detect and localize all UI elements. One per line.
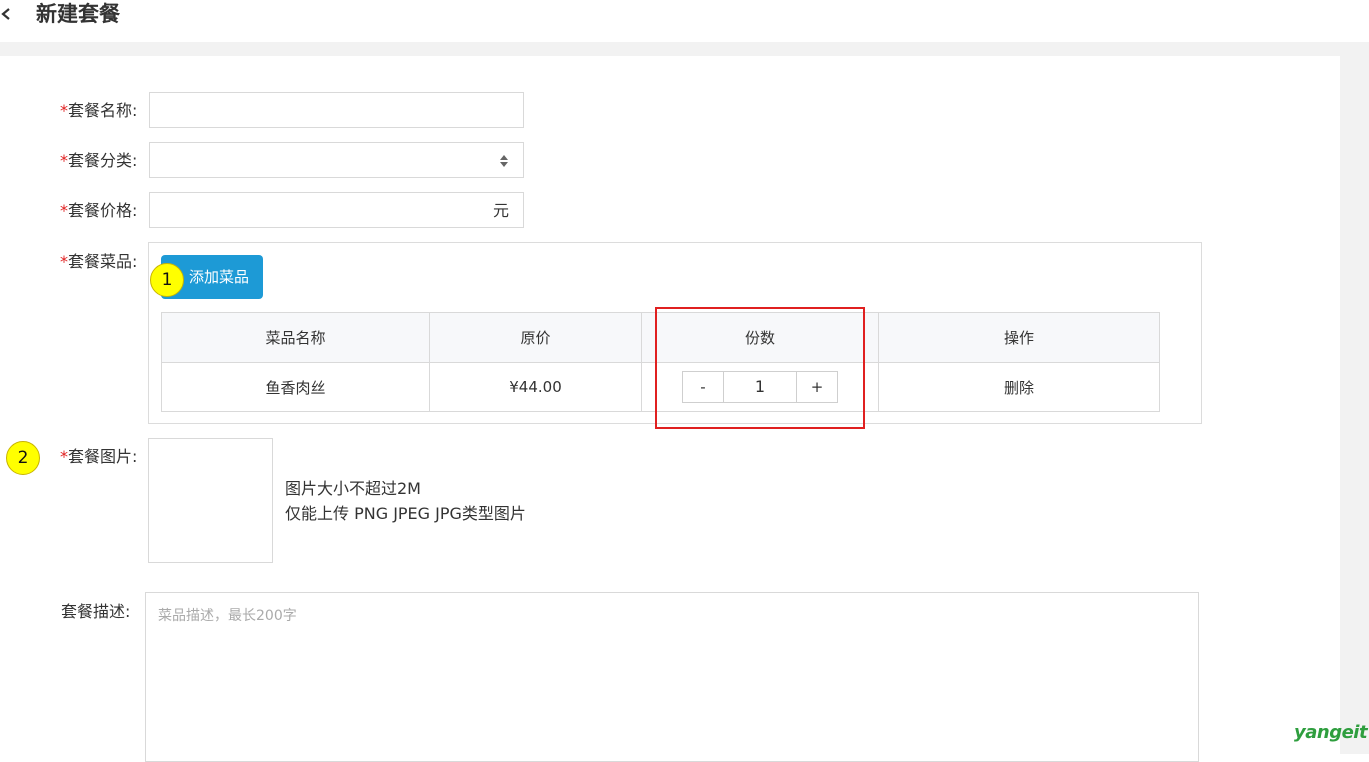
category-label: *套餐分类: <box>60 151 138 170</box>
description-textarea[interactable] <box>145 592 1199 762</box>
delete-dish-link[interactable]: 删除 <box>1004 379 1034 397</box>
select-arrows-icon <box>500 155 508 167</box>
image-size-hint: 图片大小不超过2M <box>285 479 421 498</box>
price-label: *套餐价格: <box>60 201 138 220</box>
scrollbar-track[interactable] <box>1340 56 1369 754</box>
price-field[interactable]: 元 <box>149 192 524 228</box>
column-header-price: 原价 <box>429 312 642 363</box>
image-upload-box[interactable] <box>148 438 273 563</box>
dishes-label: *套餐菜品: <box>60 252 138 271</box>
image-upload-hint: 图片大小不超过2M 仅能上传 PNG JPEG JPG类型图片 <box>285 476 526 526</box>
name-label: *套餐名称: <box>60 101 138 120</box>
column-header-action: 操作 <box>878 312 1160 363</box>
category-select[interactable] <box>149 142 524 178</box>
quantity-highlight-annotation <box>655 307 865 429</box>
watermark-logo: yangeit <box>1294 722 1368 743</box>
column-header-name: 菜品名称 <box>161 312 430 363</box>
image-label: *套餐图片: <box>60 447 138 466</box>
dish-price-cell: ¥44.00 <box>429 362 642 412</box>
chevron-left-icon[interactable] <box>0 4 14 24</box>
image-type-hint: 仅能上传 PNG JPEG JPG类型图片 <box>285 504 526 523</box>
top-bar: 新建套餐 <box>0 0 1369 42</box>
annotation-marker-2: 2 <box>6 441 40 475</box>
name-input[interactable] <box>149 92 524 128</box>
dish-action-cell: 删除 <box>878 362 1160 412</box>
annotation-marker-1: 1 <box>150 263 184 297</box>
dish-name-cell: 鱼香肉丝 <box>161 362 430 412</box>
description-label: 套餐描述: <box>61 602 131 621</box>
price-unit: 元 <box>492 201 509 220</box>
page-title: 新建套餐 <box>36 2 120 26</box>
